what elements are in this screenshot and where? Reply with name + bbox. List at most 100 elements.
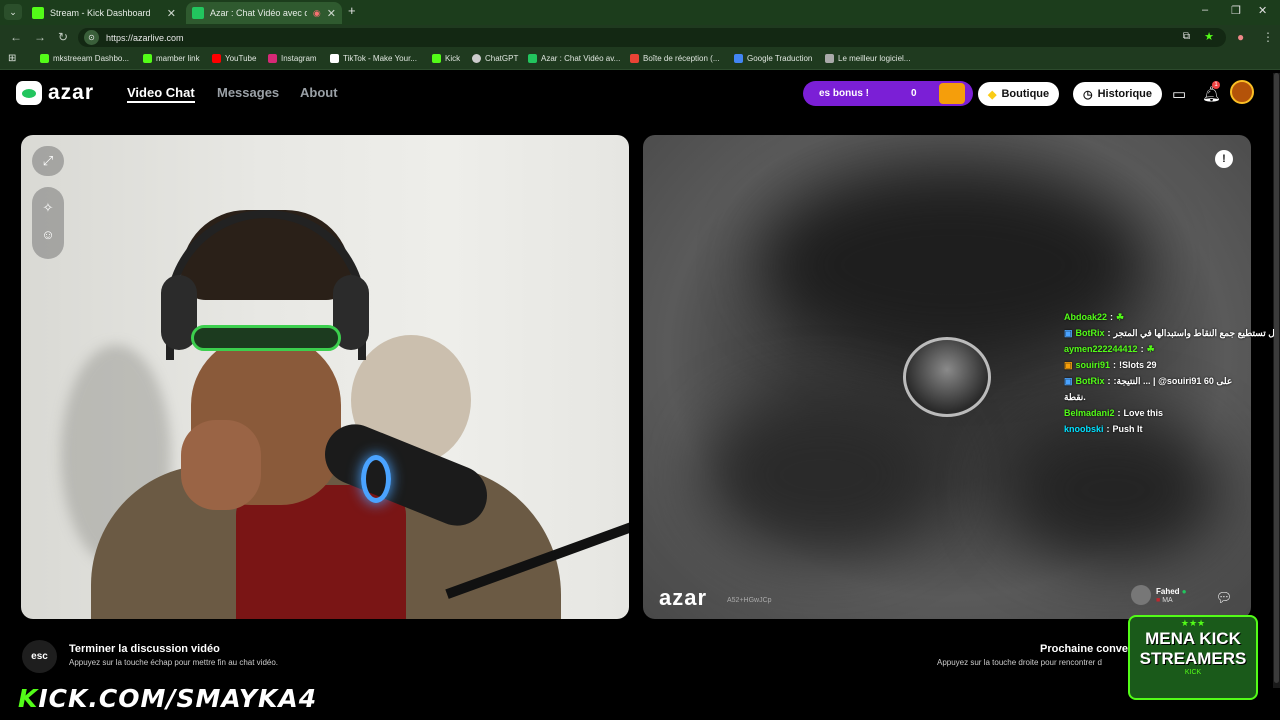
nav-messages[interactable]: Messages bbox=[217, 85, 279, 100]
kick-channel-url: KICK.COM/SMAYKA4 bbox=[18, 684, 317, 713]
bookmark-item[interactable]: Instagram bbox=[268, 54, 317, 63]
chat-line: ▣ souiri91: !Slots 29 bbox=[1064, 359, 1157, 371]
scrollbar-thumb[interactable] bbox=[1274, 73, 1279, 683]
azar-logo-icon bbox=[16, 81, 42, 105]
tab-title: Azar : Chat Vidéo avec de n bbox=[210, 8, 307, 18]
remote-user-info[interactable]: Fahed ● ■ MA bbox=[1131, 585, 1187, 605]
chat-line: Belmadani2: Love this bbox=[1064, 408, 1164, 418]
person-sweater bbox=[236, 485, 406, 619]
stream-chat-overlay: Abdoak22:☘ ▣BotRix:ة الرسائل تستطيع جمع … bbox=[1064, 309, 1274, 437]
mena-line3: KICK bbox=[1184, 669, 1202, 676]
bookmark-star-icon[interactable]: ★ bbox=[1204, 30, 1214, 43]
sunglasses bbox=[191, 325, 341, 351]
bookmark-item[interactable]: YouTube bbox=[212, 54, 256, 63]
historique-button[interactable]: ◷ Historique bbox=[1073, 82, 1163, 106]
report-shield-icon[interactable]: ! bbox=[1215, 150, 1233, 168]
bookmark-item[interactable]: Google Traduction bbox=[734, 54, 812, 63]
historique-label: Historique bbox=[1097, 88, 1153, 100]
minimize-icon[interactable]: – bbox=[1202, 4, 1208, 16]
new-tab-button[interactable]: + bbox=[348, 3, 356, 18]
chat-user: Belmadani2 bbox=[1064, 408, 1115, 418]
next-chat-hint: Appuyez sur la touche droite pour rencon… bbox=[937, 658, 1102, 667]
chat-message: Push It bbox=[1112, 424, 1143, 434]
bot-badge-icon: ▣ bbox=[1064, 327, 1073, 338]
end-chat-hint: Appuyez sur la touche échap pour mettre … bbox=[69, 658, 279, 667]
esc-key-button[interactable]: esc bbox=[22, 640, 57, 673]
camera-effects-panel: ✧ ☺ bbox=[32, 187, 64, 259]
bookmark-item[interactable]: Kick bbox=[432, 54, 460, 63]
chat-line: Abdoak22: ☘ bbox=[1064, 311, 1125, 323]
remote-user-small-avatar bbox=[1131, 585, 1151, 605]
expand-button[interactable]: ⤢ bbox=[32, 146, 64, 176]
back-icon[interactable]: ← bbox=[10, 30, 22, 44]
chat-bubble-icon[interactable]: 💬︎ bbox=[1213, 587, 1235, 609]
chat-message: !Slots 29 bbox=[1119, 360, 1157, 370]
chat-message: نقطة. bbox=[1064, 391, 1086, 402]
session-id: A52+HGwJCp bbox=[727, 597, 772, 604]
app-header: azar Video Chat Messages About es bonus … bbox=[0, 71, 1280, 117]
chat-message: ة الرسائل تستطيع جمع النقاط واستبدالها ف… bbox=[1113, 327, 1274, 338]
person-hand bbox=[181, 420, 261, 510]
install-app-icon[interactable]: ⧉ bbox=[1183, 31, 1190, 42]
bookmark-item[interactable]: Boîte de réception (... bbox=[630, 54, 720, 63]
microphone-light bbox=[361, 455, 391, 503]
address-toolbar: ← → ↻ ⊙ https://azarlive.com ⧉ ★ ● ⋮ bbox=[0, 25, 1280, 50]
azar-logo[interactable]: azar bbox=[16, 81, 94, 105]
nav-about[interactable]: About bbox=[300, 85, 338, 100]
blur-blob bbox=[703, 395, 943, 555]
bookmark-item[interactable]: ChatGPT bbox=[472, 54, 518, 63]
close-tab-icon[interactable]: ✕ bbox=[327, 7, 336, 20]
profile-icon[interactable]: ● bbox=[1237, 30, 1244, 44]
bookmark-item[interactable]: mamber link bbox=[143, 54, 200, 63]
chat-line: ▣BotRix:ة الرسائل تستطيع جمع النقاط واست… bbox=[1064, 325, 1274, 341]
close-tab-icon[interactable]: ✕ bbox=[167, 7, 176, 20]
mena-line1: MENA KICK bbox=[1145, 629, 1241, 648]
chat-line: knoobski: Push It bbox=[1064, 424, 1143, 434]
kick-url-text: ICK.COM/SMAYKA4 bbox=[38, 684, 318, 713]
boutique-label: Boutique bbox=[1001, 88, 1050, 100]
chat-message: :النتيجة ... | @souiri91 على 60 bbox=[1113, 375, 1233, 386]
maximize-icon[interactable]: ❐ bbox=[1231, 4, 1241, 17]
menu-dots-icon[interactable]: ⋮ bbox=[1262, 30, 1274, 44]
remote-user-avatar bbox=[903, 337, 991, 417]
clock-icon: ◷ bbox=[1083, 88, 1093, 101]
inbox-icon[interactable]: ▭ bbox=[1172, 85, 1186, 103]
tab-azar[interactable]: Azar : Chat Vidéo avec de n ◉ ✕ bbox=[186, 2, 342, 24]
mena-line2: STREAMERS bbox=[1139, 649, 1247, 668]
logo-text: azar bbox=[48, 81, 95, 104]
bookmark-item[interactable]: TikTok - Make Your... bbox=[330, 54, 417, 63]
chat-line: aymen222244412: ☘ bbox=[1064, 343, 1155, 355]
sub-badge-icon: ▣ bbox=[1064, 359, 1073, 370]
emote-icon: ☘ bbox=[1146, 343, 1155, 354]
local-video: ⤢ ✧ ☺ bbox=[21, 135, 629, 619]
bookmark-item[interactable]: Azar : Chat Vidéo av... bbox=[528, 54, 620, 63]
apps-grid-icon[interactable]: ⊞ bbox=[8, 53, 16, 64]
chat-user: knoobski bbox=[1064, 424, 1104, 434]
site-info-icon[interactable]: ⊙ bbox=[84, 30, 99, 45]
azar-favicon-icon bbox=[192, 7, 204, 19]
bookmarks-bar: ⊞ mkstreeam Dashbo... mamber link YouTub… bbox=[0, 50, 1280, 70]
page-scrollbar[interactable] bbox=[1273, 73, 1280, 688]
boutique-button[interactable]: ◆ Boutique bbox=[978, 82, 1060, 106]
bonus-banner[interactable]: es bonus ! 0 bbox=[803, 81, 973, 106]
url-input[interactable]: ⊙ https://azarlive.com ⧉ ★ bbox=[78, 28, 1226, 47]
emote-icon: ☘ bbox=[1116, 311, 1125, 322]
gem-icon: ◆ bbox=[988, 88, 997, 101]
forward-icon[interactable]: → bbox=[34, 30, 46, 44]
bonus-count: 0 bbox=[911, 88, 917, 99]
magic-wand-icon[interactable]: ✧ bbox=[32, 195, 64, 221]
expand-icon: ⤢ bbox=[42, 153, 54, 168]
kick-favicon-icon bbox=[32, 7, 44, 19]
bookmark-item[interactable]: Le meilleur logiciel... bbox=[825, 54, 910, 63]
bookmark-item[interactable]: mkstreeam Dashbo... bbox=[40, 54, 129, 63]
url-text: https://azarlive.com bbox=[106, 32, 184, 43]
tab-kick-dashboard[interactable]: Stream - Kick Dashboard ✕ bbox=[26, 2, 182, 24]
reload-icon[interactable]: ↻ bbox=[58, 30, 68, 44]
user-avatar[interactable] bbox=[1230, 80, 1254, 104]
tab-list-button[interactable]: ⌄ bbox=[4, 4, 22, 20]
remote-user-name: Fahed bbox=[1156, 586, 1180, 596]
close-window-icon[interactable]: ✕ bbox=[1258, 4, 1267, 17]
nav-video-chat[interactable]: Video Chat bbox=[127, 85, 195, 103]
verified-icon: ● bbox=[1181, 586, 1187, 596]
face-filter-icon[interactable]: ☺ bbox=[32, 221, 64, 247]
